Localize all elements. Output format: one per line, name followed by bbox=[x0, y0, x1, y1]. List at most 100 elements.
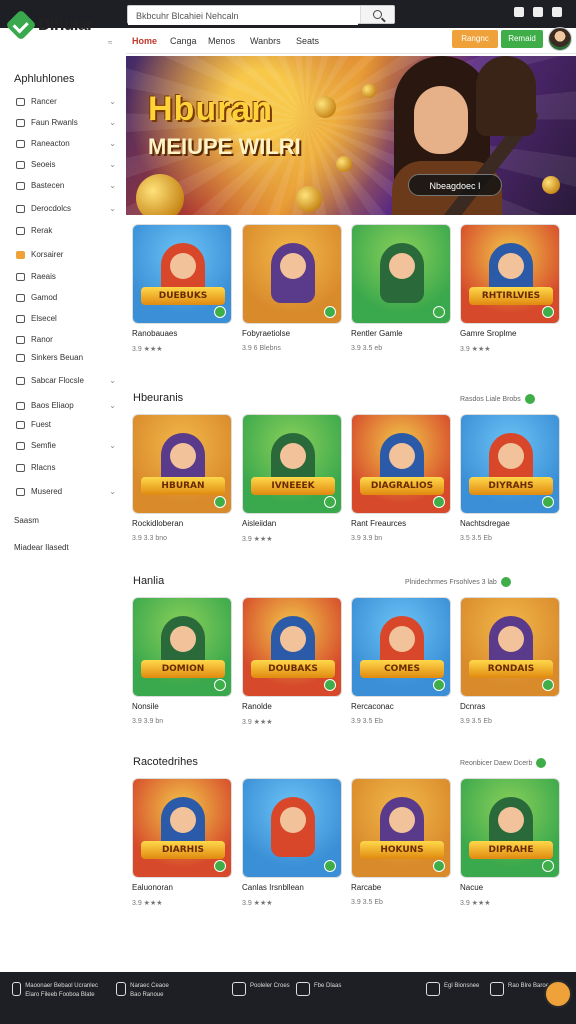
game-title[interactable]: Rockidloberan bbox=[132, 519, 232, 528]
nav-item-home[interactable]: Home bbox=[132, 36, 157, 46]
login-button[interactable]: Remaid bbox=[501, 30, 543, 48]
sidebar-item[interactable]: Bastecen ⌄ bbox=[16, 181, 116, 190]
sidebar-item[interactable]: Gamod bbox=[16, 293, 116, 302]
sidebar-item[interactable]: Seoeis ⌄ bbox=[16, 160, 116, 169]
sidebar-item[interactable]: Musered ⌄ bbox=[16, 487, 116, 496]
register-button[interactable]: Rangnc bbox=[452, 30, 498, 48]
game-title[interactable]: Rentler Gamle bbox=[351, 329, 451, 338]
favorite-badge-icon[interactable] bbox=[214, 860, 226, 872]
game-card[interactable]: RHTIRLVIES Gamre Sroplme 3.9 ★★★ bbox=[460, 224, 560, 353]
favorite-badge-icon[interactable] bbox=[542, 306, 554, 318]
game-title[interactable]: Rercaconac bbox=[351, 702, 451, 711]
search-button[interactable] bbox=[360, 6, 394, 23]
game-thumbnail[interactable]: COMES bbox=[351, 597, 451, 697]
nav-item-wanbrs[interactable]: Wanbrs bbox=[250, 36, 281, 46]
game-thumbnail[interactable] bbox=[242, 224, 342, 324]
game-thumbnail[interactable]: HBURAN bbox=[132, 414, 232, 514]
sidebar-item[interactable]: Sinkers Beuan bbox=[16, 353, 116, 362]
game-thumbnail[interactable]: DIAGRALIOS bbox=[351, 414, 451, 514]
game-card[interactable]: IVNEEEK Aisleiidan 3.9 ★★★ bbox=[242, 414, 342, 543]
game-title[interactable]: Nonsile bbox=[132, 702, 232, 711]
sidebar-item[interactable]: Ranor bbox=[16, 335, 116, 344]
nav-item-menos[interactable]: Menos bbox=[208, 36, 235, 46]
favorite-badge-icon[interactable] bbox=[433, 496, 445, 508]
game-title[interactable]: Fobyraetiolse bbox=[242, 329, 342, 338]
game-card[interactable]: DIPRAHE Nacue 3.9 ★★★ bbox=[460, 778, 560, 907]
favorite-badge-icon[interactable] bbox=[324, 496, 336, 508]
sidebar-item[interactable]: Derocdolcs ⌄ bbox=[16, 204, 116, 213]
favorite-badge-icon[interactable] bbox=[433, 679, 445, 691]
game-thumbnail[interactable]: RHTIRLVIES bbox=[460, 224, 560, 324]
sidebar-item[interactable]: Elsecel bbox=[16, 314, 116, 323]
sidebar-item[interactable]: Baos Eliaop ⌄ bbox=[16, 401, 116, 410]
footer-link[interactable]: Naraec Ceaoe Bao Ranoue bbox=[116, 982, 180, 1000]
game-card[interactable]: RONDAIS Dcnras 3.9 3.5 Eb bbox=[460, 597, 560, 725]
game-card[interactable]: Fobyraetiolse 3.9 6 Blebns bbox=[242, 224, 342, 352]
game-thumbnail[interactable]: DIARHIS bbox=[132, 778, 232, 878]
sidebar-extra-link[interactable]: Saasm bbox=[14, 516, 39, 525]
footer-link[interactable]: Fbe Dlaas bbox=[296, 982, 360, 996]
chat-fab-icon[interactable] bbox=[544, 980, 572, 1008]
chevron-down-icon[interactable]: ⌄ bbox=[109, 487, 116, 496]
game-card[interactable]: DOMION Nonsile 3.9 3.9 bn bbox=[132, 597, 232, 725]
chevron-down-icon[interactable]: ⌄ bbox=[109, 376, 116, 385]
chevron-down-icon[interactable]: ⌄ bbox=[109, 181, 116, 190]
section-see-all-link[interactable]: Plnidechrmes Frsohlves 3 lab bbox=[405, 577, 511, 587]
nav-item-seats[interactable]: Seats bbox=[296, 36, 319, 46]
footer-link[interactable]: Pooleler Croes bbox=[232, 982, 296, 996]
game-card[interactable]: DUEBUKS Ranobauaes 3.9 ★★★ bbox=[132, 224, 232, 353]
sidebar-item[interactable]: Sabcar Flocsle ⌄ bbox=[16, 376, 116, 385]
game-thumbnail[interactable]: RONDAIS bbox=[460, 597, 560, 697]
game-card[interactable]: Canlas Irsnbllean 3.9 ★★★ bbox=[242, 778, 342, 907]
hero-banner[interactable]: Hburan MEIUPE WILRI Nbeagdoec I bbox=[126, 56, 576, 215]
favorite-badge-icon[interactable] bbox=[542, 679, 554, 691]
sidebar-item[interactable]: Rlacns bbox=[16, 463, 116, 472]
game-title[interactable]: Aisleiidan bbox=[242, 519, 342, 528]
game-card[interactable]: COMES Rercaconac 3.9 3.5 Eb bbox=[351, 597, 451, 725]
chevron-down-icon[interactable]: ⌄ bbox=[109, 118, 116, 127]
search-bar[interactable] bbox=[127, 5, 395, 25]
sidebar-item[interactable]: Korsairer bbox=[16, 250, 116, 259]
favorite-badge-icon[interactable] bbox=[214, 496, 226, 508]
sidebar-item[interactable]: Fuest bbox=[16, 420, 116, 429]
game-title[interactable]: Ranobauaes bbox=[132, 329, 232, 338]
game-title[interactable]: Gamre Sroplme bbox=[460, 329, 560, 338]
sidebar-extra-link[interactable]: Miadear Ilasedt bbox=[14, 543, 69, 552]
section-see-all-link[interactable]: Rasdos Liale Brobs bbox=[460, 394, 535, 404]
game-title[interactable]: Rarcabe bbox=[351, 883, 451, 892]
favorite-badge-icon[interactable] bbox=[214, 306, 226, 318]
favorite-badge-icon[interactable] bbox=[542, 496, 554, 508]
sidebar-item[interactable]: Rancer ⌄ bbox=[16, 97, 116, 106]
sidebar-item[interactable]: Raneacton ⌄ bbox=[16, 139, 116, 148]
chevron-down-icon[interactable]: ⌄ bbox=[109, 97, 116, 106]
nav-item-canga[interactable]: Canga bbox=[170, 36, 197, 46]
game-card[interactable]: DOUBAKS Ranolde 3.9 ★★★ bbox=[242, 597, 342, 726]
game-title[interactable]: Ranolde bbox=[242, 702, 342, 711]
game-card[interactable]: Rentler Gamle 3.9 3.5 eb bbox=[351, 224, 451, 352]
game-thumbnail[interactable]: IVNEEEK bbox=[242, 414, 342, 514]
game-title[interactable]: Nacue bbox=[460, 883, 560, 892]
footer-link[interactable]: Egl Bionsnee bbox=[426, 982, 490, 996]
settings-icon[interactable] bbox=[514, 7, 524, 17]
game-card[interactable]: HOKUNS Rarcabe 3.9 3.5 Eb bbox=[351, 778, 451, 906]
section-see-all-link[interactable]: Reonbicer Daew Dcerb bbox=[460, 758, 547, 768]
hero-cta-button[interactable]: Nbeagdoec I bbox=[408, 174, 502, 196]
notification-icon[interactable] bbox=[552, 7, 562, 17]
game-thumbnail[interactable] bbox=[242, 778, 342, 878]
game-card[interactable]: DIYRAHS Nachtsdregae 3.5 3.5 Eb bbox=[460, 414, 560, 542]
footer-link[interactable]: Maoonaer Bebaol Ucranlec Elaro Fileeb Fo… bbox=[12, 982, 112, 1000]
favorite-badge-icon[interactable] bbox=[324, 860, 336, 872]
favorite-badge-icon[interactable] bbox=[542, 860, 554, 872]
game-title[interactable]: Ealuonoran bbox=[132, 883, 232, 892]
favorite-badge-icon[interactable] bbox=[324, 679, 336, 691]
favorite-badge-icon[interactable] bbox=[433, 306, 445, 318]
game-thumbnail[interactable]: DOMION bbox=[132, 597, 232, 697]
game-card[interactable]: DIARHIS Ealuonoran 3.9 ★★★ bbox=[132, 778, 232, 907]
sidebar-item[interactable]: Faun Rwanls ⌄ bbox=[16, 118, 116, 127]
game-thumbnail[interactable]: DUEBUKS bbox=[132, 224, 232, 324]
brand-logo[interactable]: Dihuiar bbox=[5, 9, 94, 41]
game-title[interactable]: Canlas Irsnbllean bbox=[242, 883, 342, 892]
game-card[interactable]: HBURAN Rockidloberan 3.9 3.3 bno bbox=[132, 414, 232, 542]
chevron-down-icon[interactable]: ⌄ bbox=[109, 401, 116, 410]
game-thumbnail[interactable]: DOUBAKS bbox=[242, 597, 342, 697]
